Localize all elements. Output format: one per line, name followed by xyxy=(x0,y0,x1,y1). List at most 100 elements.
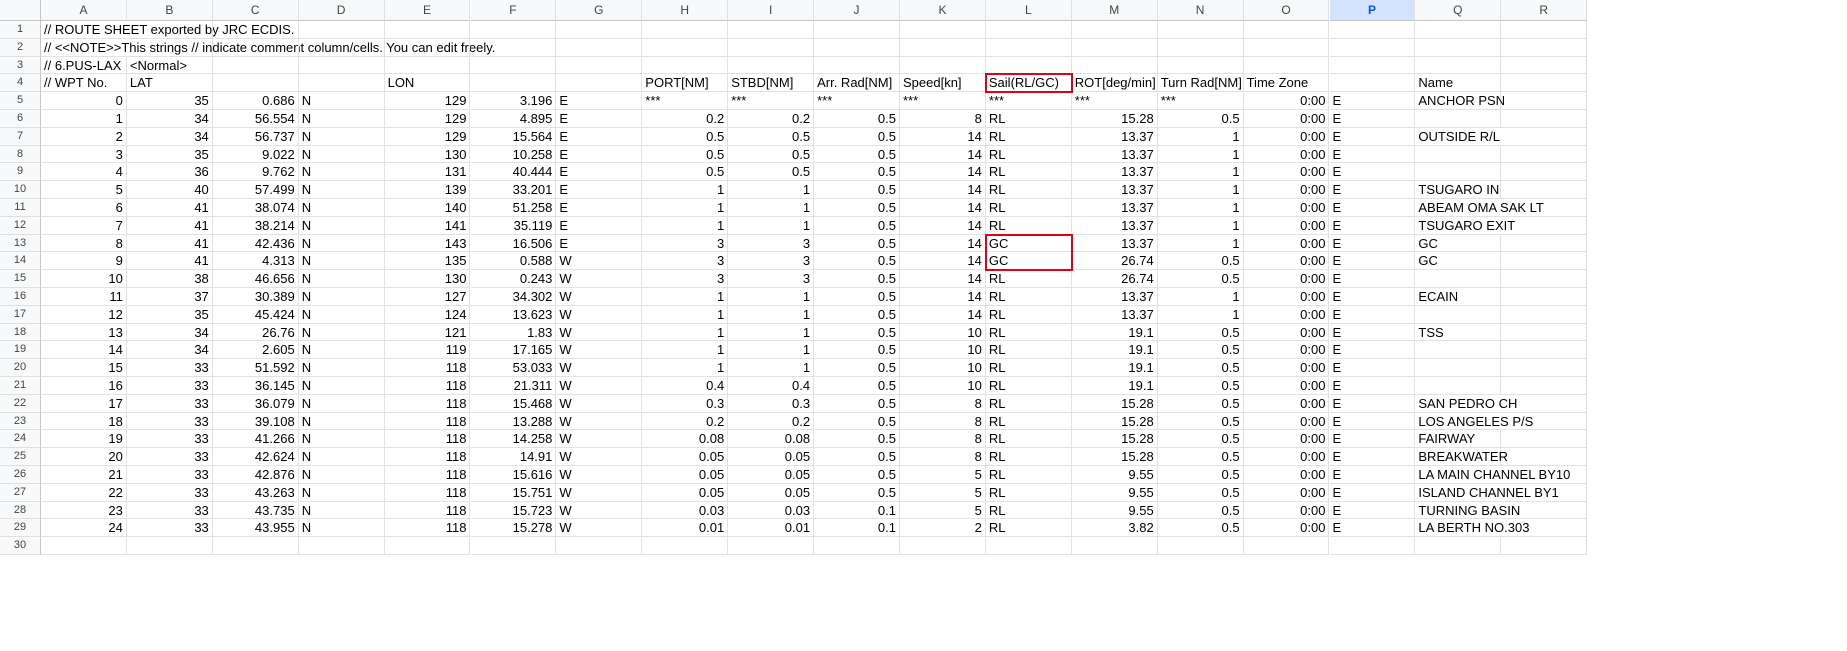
cell-c30[interactable] xyxy=(212,537,299,555)
cell-m7[interactable]: 13.37 xyxy=(1071,127,1158,146)
cell-a28[interactable]: 23 xyxy=(41,501,127,520)
cell-o2[interactable] xyxy=(1243,38,1330,57)
cell-p21[interactable]: E xyxy=(1329,377,1416,395)
column-header-p[interactable]: P xyxy=(1329,0,1416,21)
cell-r3[interactable] xyxy=(1501,56,1588,75)
cell-m25[interactable]: 15.28 xyxy=(1071,448,1158,466)
cell-d30[interactable] xyxy=(298,537,385,555)
cell-q26[interactable]: LA MAIN CHANNEL BY10 xyxy=(1415,466,1570,484)
cell-h18[interactable]: 1 xyxy=(642,323,729,342)
cell-i22[interactable]: 0.3 xyxy=(728,394,815,413)
cell-l1[interactable] xyxy=(985,21,1072,39)
cell-p14[interactable]: E xyxy=(1329,252,1416,271)
cell-m26[interactable]: 9.55 xyxy=(1071,466,1158,484)
cell-l2[interactable] xyxy=(985,38,1072,57)
cell-k9[interactable]: 14 xyxy=(900,163,986,182)
cell-b30[interactable] xyxy=(126,537,213,555)
cell-b24[interactable]: 33 xyxy=(126,430,213,449)
cell-b2[interactable] xyxy=(126,38,213,57)
cell-r21[interactable] xyxy=(1501,377,1588,395)
cell-b11[interactable]: 41 xyxy=(126,199,213,217)
cell-d13[interactable]: N xyxy=(298,234,385,253)
row-header[interactable]: 9 xyxy=(0,163,41,182)
cell-m21[interactable]: 19.1 xyxy=(1071,377,1158,395)
cell-h14[interactable]: 3 xyxy=(642,252,729,271)
cell-o10[interactable]: 0:00 xyxy=(1243,181,1330,199)
row-header[interactable]: 30 xyxy=(0,537,41,555)
cell-l25[interactable]: RL xyxy=(985,448,1072,466)
cell-l26[interactable]: RL xyxy=(985,466,1072,484)
column-header-a[interactable]: A xyxy=(41,0,127,21)
cell-j20[interactable]: 0.5 xyxy=(814,359,900,377)
cell-m20[interactable]: 19.1 xyxy=(1071,359,1158,377)
row-header[interactable]: 24 xyxy=(0,430,41,449)
cell-e15[interactable]: 130 xyxy=(384,270,471,288)
cell-n26[interactable]: 0.5 xyxy=(1157,466,1244,484)
cell-e25[interactable]: 118 xyxy=(384,448,471,466)
cell-i26[interactable]: 0.05 xyxy=(728,466,815,484)
cell-a16[interactable]: 11 xyxy=(41,288,127,306)
cell-a21[interactable]: 16 xyxy=(41,377,127,395)
row-header[interactable]: 11 xyxy=(0,199,41,217)
cell-l17[interactable]: RL xyxy=(985,305,1072,324)
cell-r27[interactable] xyxy=(1501,483,1588,502)
cell-n16[interactable]: 1 xyxy=(1157,288,1244,306)
cell-k8[interactable]: 14 xyxy=(900,145,986,164)
cell-r7[interactable] xyxy=(1501,127,1588,146)
column-header-f[interactable]: F xyxy=(470,0,557,21)
cell-r8[interactable] xyxy=(1501,145,1588,164)
cell-d21[interactable]: N xyxy=(298,377,385,395)
cell-h17[interactable]: 1 xyxy=(642,305,729,324)
cell-g12[interactable]: E xyxy=(556,216,643,235)
cell-q1[interactable] xyxy=(1415,21,1502,39)
cell-q22[interactable]: SAN PEDRO CH xyxy=(1415,395,1517,413)
cell-j2[interactable] xyxy=(814,38,900,57)
column-header-r[interactable]: R xyxy=(1501,0,1588,21)
cell-k14[interactable]: 14 xyxy=(900,252,986,271)
cell-a26[interactable]: 21 xyxy=(41,466,127,484)
cell-d16[interactable]: N xyxy=(298,288,385,306)
cell-h27[interactable]: 0.05 xyxy=(642,483,729,502)
row-header[interactable]: 23 xyxy=(0,412,41,431)
cell-q11[interactable]: ABEAM OMA SAK LT xyxy=(1415,199,1544,217)
cell-b4[interactable]: LAT xyxy=(126,74,213,93)
cell-c24[interactable]: 41.266 xyxy=(212,430,299,449)
cell-c19[interactable]: 2.605 xyxy=(212,341,299,360)
cell-h11[interactable]: 1 xyxy=(642,199,729,217)
cell-e3[interactable] xyxy=(384,56,471,75)
cell-p29[interactable]: E xyxy=(1329,519,1416,538)
cell-o4[interactable]: Time Zone xyxy=(1243,74,1330,93)
cell-c18[interactable]: 26.76 xyxy=(212,323,299,342)
cell-f18[interactable]: 1.83 xyxy=(470,323,557,342)
cell-o22[interactable]: 0:00 xyxy=(1243,394,1330,413)
cell-p12[interactable]: E xyxy=(1329,216,1416,235)
cell-n23[interactable]: 0.5 xyxy=(1157,412,1244,431)
cell-j19[interactable]: 0.5 xyxy=(814,341,900,360)
column-header-q[interactable]: Q xyxy=(1415,0,1502,21)
cell-q25[interactable]: BREAKWATER xyxy=(1415,448,1508,466)
column-header-n[interactable]: N xyxy=(1157,0,1244,21)
cell-o21[interactable]: 0:00 xyxy=(1243,377,1330,395)
cell-c9[interactable]: 9.762 xyxy=(212,163,299,182)
cell-k16[interactable]: 14 xyxy=(900,288,986,306)
row-header[interactable]: 17 xyxy=(0,305,41,324)
cell-q21[interactable] xyxy=(1415,377,1502,395)
cell-k1[interactable] xyxy=(900,21,986,39)
cell-i5[interactable]: *** xyxy=(728,92,815,110)
cell-d19[interactable]: N xyxy=(298,341,385,360)
cell-p7[interactable]: E xyxy=(1329,127,1416,146)
cell-h16[interactable]: 1 xyxy=(642,288,729,306)
cell-i16[interactable]: 1 xyxy=(728,288,815,306)
cell-n13[interactable]: 1 xyxy=(1157,234,1244,253)
cell-m12[interactable]: 13.37 xyxy=(1071,216,1158,235)
cell-j16[interactable]: 0.5 xyxy=(814,288,900,306)
cell-g23[interactable]: W xyxy=(556,412,643,431)
cell-c7[interactable]: 56.737 xyxy=(212,127,299,146)
cell-e24[interactable]: 118 xyxy=(384,430,471,449)
cell-p5[interactable]: E xyxy=(1329,92,1416,110)
cell-c11[interactable]: 38.074 xyxy=(212,199,299,217)
cell-d15[interactable]: N xyxy=(298,270,385,288)
cell-m24[interactable]: 15.28 xyxy=(1071,430,1158,449)
cell-d2[interactable] xyxy=(298,38,385,57)
cell-i29[interactable]: 0.01 xyxy=(728,519,815,538)
